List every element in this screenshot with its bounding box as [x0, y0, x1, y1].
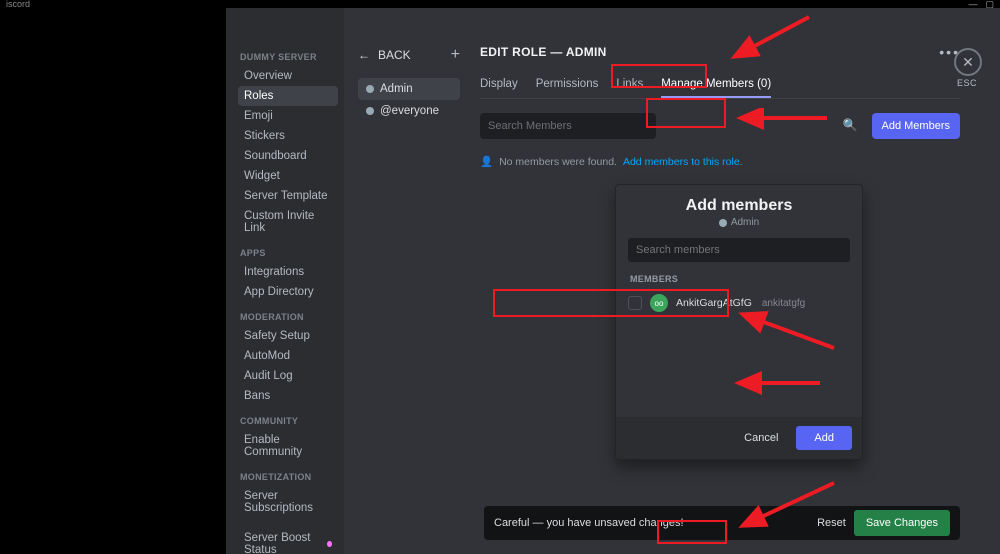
role-dot-icon — [366, 85, 374, 93]
role-admin[interactable]: Admin — [358, 78, 460, 100]
modal-title: Add members — [616, 185, 862, 215]
nav-community[interactable]: Enable Community — [238, 430, 338, 462]
nav-subs[interactable]: Server Subscriptions — [238, 486, 338, 518]
nav-bans[interactable]: Bans — [238, 386, 338, 406]
search-icon: 🔍 — [843, 118, 858, 132]
close-button[interactable]: ✕ — [954, 48, 982, 76]
nav-emoji[interactable]: Emoji — [238, 106, 338, 126]
tab-manage-members[interactable]: Manage Members (0) — [661, 72, 771, 98]
member-name: AnkitGargAtGfG — [676, 297, 752, 309]
add-members-link[interactable]: Add members to this role. — [623, 156, 743, 168]
titlebar: iscord — ▢ — [0, 0, 1000, 8]
nav-stickers[interactable]: Stickers — [238, 126, 338, 146]
add-members-modal: Add members Admin MEMBERS oo AnkitGargAt… — [615, 184, 863, 460]
modal-footer: Cancel Add — [616, 417, 862, 459]
editor-title: EDIT ROLE — ADMIN — [480, 45, 607, 59]
section-community: COMMUNITY — [240, 416, 338, 426]
back-label[interactable]: BACK — [378, 48, 411, 62]
nav-directory[interactable]: App Directory — [238, 282, 338, 302]
nav-boost[interactable]: Server Boost Status — [238, 528, 338, 554]
no-members-row: 👤 No members were found. Add members to … — [480, 155, 960, 168]
add-role-icon[interactable]: + — [451, 46, 460, 64]
modal-subtitle: Admin — [616, 217, 862, 228]
no-members-text: No members were found. — [499, 156, 617, 168]
nav-template[interactable]: Server Template — [238, 186, 338, 206]
role-dot-icon — [366, 107, 374, 115]
nav-widget[interactable]: Widget — [238, 166, 338, 186]
tabs: Display Permissions Links Manage Members… — [480, 72, 960, 99]
member-checkbox[interactable] — [628, 296, 642, 310]
tab-links[interactable]: Links — [616, 72, 643, 98]
nav-automod[interactable]: AutoMod — [238, 346, 338, 366]
save-changes-button[interactable]: Save Changes — [854, 510, 950, 536]
section-moderation: MODERATION — [240, 312, 338, 322]
tab-display[interactable]: Display — [480, 72, 518, 98]
role-everyone[interactable]: @everyone — [358, 100, 460, 122]
unsaved-msg: Careful — you have unsaved changes! — [494, 517, 684, 529]
nav-invite-link[interactable]: Custom Invite Link — [238, 206, 338, 238]
avatar: oo — [650, 294, 668, 312]
nav-soundboard[interactable]: Soundboard — [238, 146, 338, 166]
role-editor: EDIT ROLE — ADMIN ••• Display Permission… — [470, 8, 1000, 554]
add-button[interactable]: Add — [796, 426, 852, 450]
role-list-column: ← BACK + Admin @everyone — [344, 8, 470, 554]
role-dot-icon — [719, 219, 727, 227]
members-label: MEMBERS — [630, 274, 862, 284]
back-arrow-icon[interactable]: ← — [358, 48, 370, 62]
reset-button[interactable]: Reset — [817, 517, 846, 529]
nav-roles[interactable]: Roles — [238, 86, 338, 106]
nav-integrations[interactable]: Integrations — [238, 262, 338, 282]
search-input[interactable] — [480, 113, 656, 139]
left-blank-area — [0, 8, 226, 554]
section-apps: APPS — [240, 248, 338, 258]
add-members-button[interactable]: Add Members — [872, 113, 960, 139]
boost-dot-icon — [327, 541, 332, 547]
nav-overview[interactable]: Overview — [238, 66, 338, 86]
nav-audit[interactable]: Audit Log — [238, 366, 338, 386]
content-area: ← BACK + Admin @everyone EDIT ROLE — ADM… — [344, 8, 1000, 554]
member-row[interactable]: oo AnkitGargAtGfG ankitatgfg — [616, 288, 862, 318]
unsaved-changes-bar: Careful — you have unsaved changes! Rese… — [484, 506, 960, 540]
nav-safety[interactable]: Safety Setup — [238, 326, 338, 346]
modal-search-input[interactable] — [628, 238, 850, 262]
tab-permissions[interactable]: Permissions — [536, 72, 599, 98]
person-remove-icon: 👤 — [480, 155, 493, 168]
esc-label: ESC — [957, 78, 977, 88]
settings-sidebar: DUMMY SERVER Overview Roles Emoji Sticke… — [226, 8, 344, 554]
member-handle: ankitatgfg — [762, 298, 805, 309]
cancel-button[interactable]: Cancel — [734, 426, 788, 450]
section-monetization: MONETIZATION — [240, 472, 338, 482]
section-server: DUMMY SERVER — [240, 52, 338, 62]
